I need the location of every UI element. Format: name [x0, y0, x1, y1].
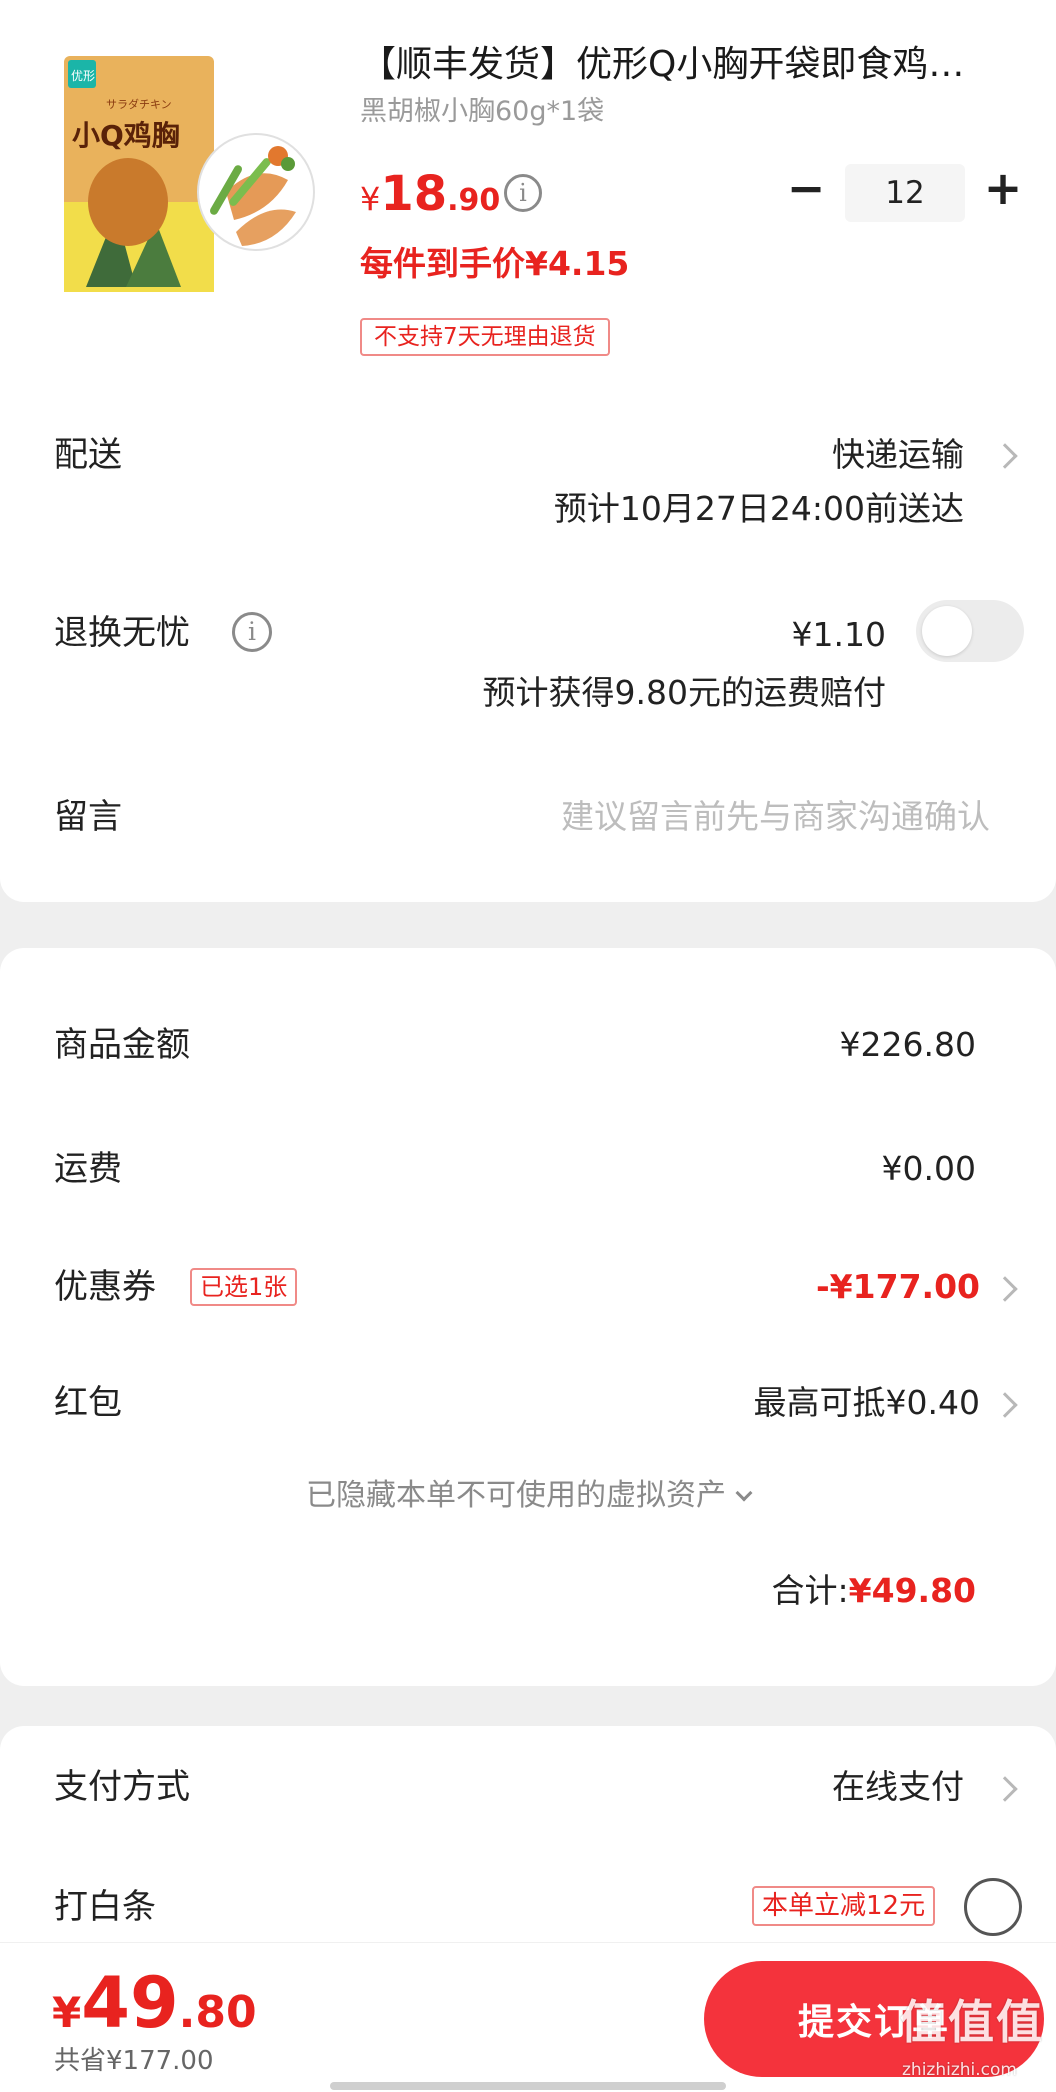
package-brand-label: 优形: [71, 69, 96, 83]
coupon-selected-badge: 已选1张: [190, 1268, 298, 1306]
shipping-value: ¥0.00: [881, 1149, 976, 1188]
total-value: ¥49.80: [848, 1571, 976, 1610]
hidden-assets-text: 已隐藏本单不可使用的虚拟资产: [306, 1478, 726, 1513]
saved-amount: 共省¥177.00: [54, 2046, 214, 2076]
baitiao-label: 打白条: [54, 1887, 156, 1927]
delivery-chevron-icon[interactable]: [992, 443, 1018, 469]
quantity-increase-button[interactable]: +: [980, 165, 1026, 212]
price-currency: ¥: [360, 180, 381, 218]
pay-integer: 49: [81, 1962, 179, 2044]
payment-method-label: 支付方式: [54, 1767, 190, 1807]
toggle-knob: [922, 606, 972, 656]
order-confirm-page: 优形 サラダチキン 小Q鸡胸 【顺丰发货】优形Q小胸开袋即食鸡… 黑胡椒小胸60…: [0, 0, 1056, 2092]
price-decimal: .90: [447, 183, 501, 218]
total-row: 合计:¥49.80: [772, 1568, 976, 1614]
baitiao-radio[interactable]: [964, 1878, 1022, 1936]
quantity-input[interactable]: 12: [845, 164, 965, 222]
package-name-label: 小Q鸡胸: [72, 119, 180, 152]
unit-price: 每件到手价¥4.15: [360, 244, 630, 283]
price-integer: 18: [380, 166, 448, 222]
red-packet-value[interactable]: 最高可抵¥0.40: [754, 1380, 980, 1426]
shipping-label: 运费: [54, 1149, 122, 1189]
return-insurance-price: ¥1.10: [791, 615, 886, 654]
product-package-illustration: [56, 52, 316, 302]
pay-currency: ¥: [52, 1988, 82, 2037]
message-input[interactable]: 建议留言前先与商家沟通确认: [480, 794, 990, 840]
bottom-action-bar: ¥49.80 共省¥177.00 提交订单: [0, 1942, 1056, 2092]
order-info-card: 优形 サラダチキン 小Q鸡胸 【顺丰发货】优形Q小胸开袋即食鸡… 黑胡椒小胸60…: [0, 0, 1056, 902]
delivery-method[interactable]: 快递运输: [832, 432, 964, 478]
product-price: ¥18.90: [360, 166, 500, 222]
price-info-icon[interactable]: i: [504, 174, 542, 212]
no-return-badge: 不支持7天无理由退货: [360, 318, 610, 356]
message-label: 留言: [54, 797, 122, 837]
product-image[interactable]: 优形 サラダチキン 小Q鸡胸: [56, 52, 316, 302]
product-title[interactable]: 【顺丰发货】优形Q小胸开袋即食鸡…: [360, 42, 1020, 88]
goods-amount-value: ¥226.80: [839, 1025, 976, 1064]
baitiao-discount-badge: 本单立减12元: [752, 1886, 936, 1926]
return-insurance-toggle[interactable]: [916, 600, 1024, 662]
return-insurance-desc: 预计获得9.80元的运费赔付: [482, 673, 886, 712]
return-insurance-info-icon[interactable]: i: [232, 612, 272, 652]
chevron-down-icon: [735, 1484, 753, 1502]
home-indicator[interactable]: [330, 2082, 726, 2090]
hidden-assets-toggle[interactable]: 已隐藏本单不可使用的虚拟资产: [0, 1474, 1056, 1518]
delivery-label: 配送: [54, 435, 122, 475]
payment-method-value[interactable]: 在线支付: [832, 1764, 964, 1810]
product-spec: 黑胡椒小胸60g*1袋: [360, 96, 605, 127]
goods-amount-label: 商品金额: [54, 1025, 190, 1065]
watermark-url: zhizhizhi.com: [902, 2060, 1017, 2080]
package-jp-label: サラダチキン: [106, 98, 172, 111]
coupon-label: 优惠券: [54, 1267, 156, 1307]
return-insurance-label: 退换无忧: [54, 613, 190, 653]
total-label: 合计:: [771, 1571, 849, 1610]
delivery-eta: 预计10月27日24:00前送达: [553, 489, 964, 528]
red-packet-label: 红包: [54, 1383, 122, 1423]
watermark-logo: 值值值: [900, 1995, 1044, 2049]
coupon-value[interactable]: -¥177.00: [816, 1264, 980, 1310]
pay-decimal: .80: [178, 1987, 257, 2038]
quantity-decrease-button[interactable]: −: [784, 165, 828, 212]
